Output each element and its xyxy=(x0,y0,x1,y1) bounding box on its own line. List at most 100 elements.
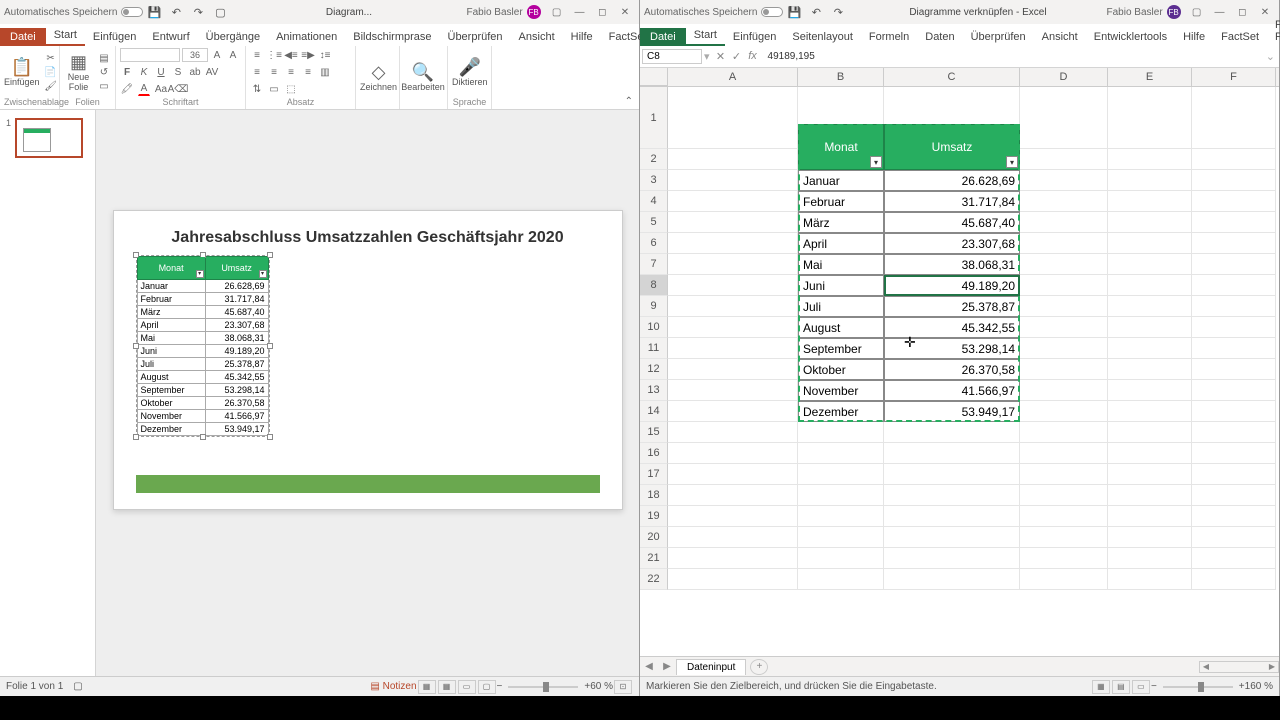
cell-B4[interactable]: Februar xyxy=(798,191,884,212)
cell-F17[interactable] xyxy=(1192,464,1276,485)
linespace-icon[interactable]: ↕≡ xyxy=(318,48,332,62)
shrink-font-icon[interactable]: A xyxy=(226,48,240,62)
italic-icon[interactable]: K xyxy=(137,65,151,79)
columns-icon[interactable]: ▥ xyxy=(318,65,332,79)
row-header[interactable]: 16 xyxy=(640,443,668,464)
tab-ansicht[interactable]: Ansicht xyxy=(511,28,563,46)
strike-icon[interactable]: S xyxy=(171,65,185,79)
cell-E14[interactable] xyxy=(1108,401,1192,422)
ppt-th-month[interactable]: Monat▾ xyxy=(137,257,205,280)
tab-überprüfen[interactable]: Überprüfen xyxy=(440,28,511,46)
col-header-D[interactable]: D xyxy=(1020,68,1108,86)
cell-A8[interactable] xyxy=(668,275,798,296)
cell-E18[interactable] xyxy=(1108,485,1192,506)
cell-C9[interactable]: 25.378,87 xyxy=(884,296,1020,317)
cell-D1[interactable] xyxy=(1020,87,1108,149)
row-header[interactable]: 12 xyxy=(640,359,668,380)
notes-button[interactable]: ▤ Notizen xyxy=(370,681,416,692)
cell-F6[interactable] xyxy=(1192,233,1276,254)
cell-F16[interactable] xyxy=(1192,443,1276,464)
undo-icon[interactable]: ↶ xyxy=(808,4,824,20)
cell-E19[interactable] xyxy=(1108,506,1192,527)
cell-B17[interactable] xyxy=(798,464,884,485)
new-slide-button[interactable]: ▦Neue Folie xyxy=(64,52,93,93)
cell-A5[interactable] xyxy=(668,212,798,233)
cell-B16[interactable] xyxy=(798,443,884,464)
expand-formula-icon[interactable]: ⌄ xyxy=(1262,50,1279,63)
col-header-A[interactable]: A xyxy=(668,68,798,86)
cell-A3[interactable] xyxy=(668,170,798,191)
tab-einfügen[interactable]: Einfügen xyxy=(725,28,784,46)
spacing-icon[interactable]: AV xyxy=(205,65,219,79)
col-header-E[interactable]: E xyxy=(1108,68,1192,86)
tab-entwicklertools[interactable]: Entwicklertools xyxy=(1086,28,1175,46)
grow-font-icon[interactable]: A xyxy=(210,48,224,62)
zoom-value[interactable]: 60 % xyxy=(590,681,613,692)
align-left-icon[interactable]: ≡ xyxy=(250,65,264,79)
tab-bildschirmprase[interactable]: Bildschirmprase xyxy=(345,28,439,46)
tab-file[interactable]: Datei xyxy=(640,28,686,46)
cell-E4[interactable] xyxy=(1108,191,1192,212)
tab-hilfe[interactable]: Hilfe xyxy=(1175,28,1213,46)
cell-C15[interactable] xyxy=(884,422,1020,443)
autosave-toggle[interactable] xyxy=(761,7,783,17)
user-avatar[interactable]: FB xyxy=(1167,5,1181,19)
cell-A4[interactable] xyxy=(668,191,798,212)
cell-C3[interactable]: 26.628,69 xyxy=(884,170,1020,191)
font-select[interactable] xyxy=(120,48,180,62)
cell-C19[interactable] xyxy=(884,506,1020,527)
embedded-table[interactable]: Monat▾ Umsatz▾ Januar26.628,69Februar31.… xyxy=(136,255,270,437)
cell-E17[interactable] xyxy=(1108,464,1192,485)
cell-D20[interactable] xyxy=(1020,527,1108,548)
cell-F11[interactable] xyxy=(1192,338,1276,359)
text-dir-icon[interactable]: ⇅ xyxy=(250,82,264,96)
indent-inc-icon[interactable]: ≡▶ xyxy=(301,48,315,62)
save-icon[interactable]: 💾 xyxy=(786,4,802,20)
cell-E5[interactable] xyxy=(1108,212,1192,233)
cell-D13[interactable] xyxy=(1020,380,1108,401)
cell-F10[interactable] xyxy=(1192,317,1276,338)
col-header-F[interactable]: F xyxy=(1192,68,1276,86)
section-icon[interactable]: ▭ xyxy=(97,80,111,94)
ribbon-mode-icon[interactable]: ▢ xyxy=(547,7,567,18)
paste-button[interactable]: 📋Einfügen xyxy=(4,57,40,88)
cell-A7[interactable] xyxy=(668,254,798,275)
cell-A12[interactable] xyxy=(668,359,798,380)
cell-B10[interactable]: August xyxy=(798,317,884,338)
font-size[interactable]: 36 xyxy=(182,48,208,62)
minimize-icon[interactable]: — xyxy=(569,7,589,18)
cell-F7[interactable] xyxy=(1192,254,1276,275)
align-text-icon[interactable]: ▭ xyxy=(267,82,281,96)
cancel-icon[interactable]: ✕ xyxy=(714,50,728,63)
col-header-C[interactable]: C xyxy=(884,68,1020,86)
cell-D9[interactable] xyxy=(1020,296,1108,317)
spreadsheet-grid[interactable]: ABCDEF 123456789101112131415161718192021… xyxy=(640,68,1279,656)
page-layout-icon[interactable]: ▤ xyxy=(1112,680,1130,694)
tab-animationen[interactable]: Animationen xyxy=(268,28,345,46)
reset-icon[interactable]: ↺ xyxy=(97,66,111,80)
editing-button[interactable]: 🔍Bearbeiten xyxy=(404,62,442,93)
row-header[interactable]: 17 xyxy=(640,464,668,485)
cell-C22[interactable] xyxy=(884,569,1020,590)
cell-A14[interactable] xyxy=(668,401,798,422)
cell-A15[interactable] xyxy=(668,422,798,443)
page-break-icon[interactable]: ▭ xyxy=(1132,680,1150,694)
cell-E2[interactable] xyxy=(1108,149,1192,170)
cell-C11[interactable]: 53.298,14 xyxy=(884,338,1020,359)
cell-E9[interactable] xyxy=(1108,296,1192,317)
cell-C17[interactable] xyxy=(884,464,1020,485)
cell-A10[interactable] xyxy=(668,317,798,338)
tab-einfügen[interactable]: Einfügen xyxy=(85,28,144,46)
slideshow-view-icon[interactable]: ▢ xyxy=(478,680,496,694)
cell-F2[interactable] xyxy=(1192,149,1276,170)
clear-format-icon[interactable]: A⌫ xyxy=(171,82,185,96)
cell-A1[interactable] xyxy=(668,87,798,149)
tab-factset[interactable]: FactSet xyxy=(1213,28,1267,46)
cell-D14[interactable] xyxy=(1020,401,1108,422)
cell-F4[interactable] xyxy=(1192,191,1276,212)
cell-B21[interactable] xyxy=(798,548,884,569)
cell-E11[interactable] xyxy=(1108,338,1192,359)
cell-C8[interactable]: 49.189,20 xyxy=(884,275,1020,296)
cell-B7[interactable]: Mai xyxy=(798,254,884,275)
cell-F18[interactable] xyxy=(1192,485,1276,506)
